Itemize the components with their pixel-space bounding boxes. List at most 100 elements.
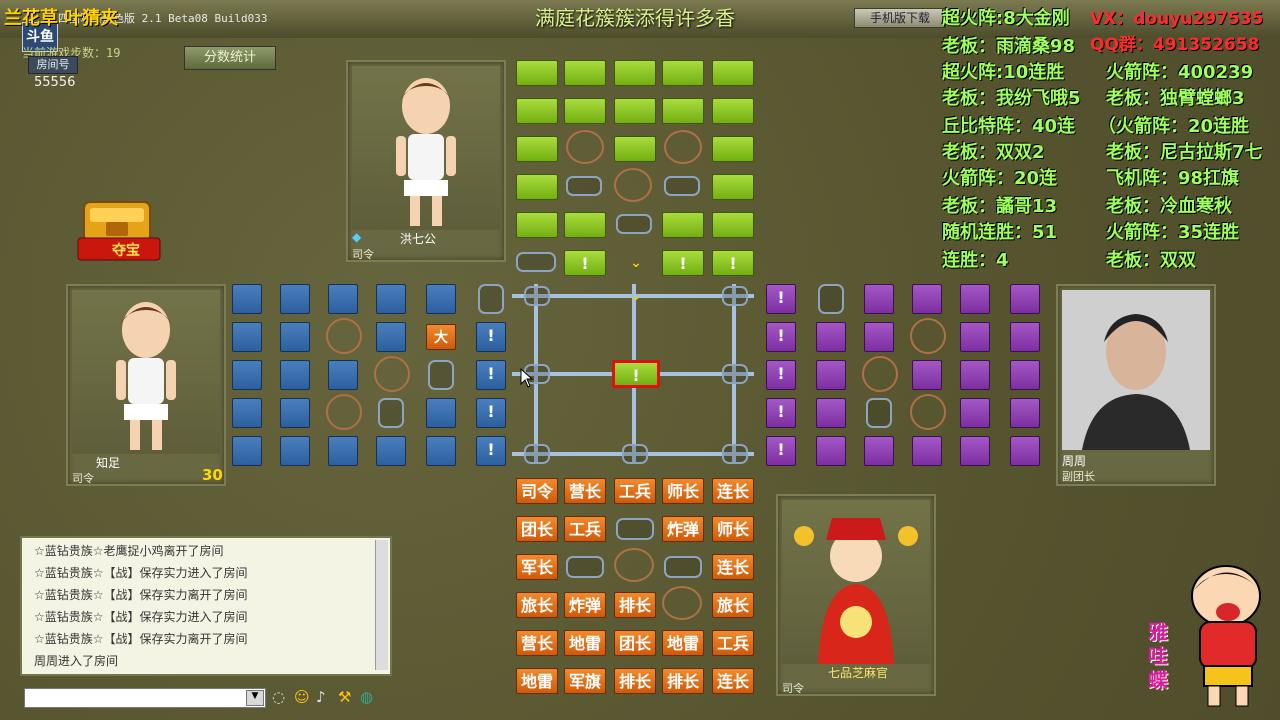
board-piece[interactable]: [516, 60, 558, 86]
board-piece-flagged[interactable]: !: [766, 360, 796, 390]
board-piece[interactable]: [232, 360, 262, 390]
camp-circle[interactable]: [910, 394, 946, 430]
board-piece[interactable]: [960, 436, 990, 466]
board-piece[interactable]: [426, 284, 456, 314]
board-piece[interactable]: [960, 360, 990, 390]
board-piece-flagged[interactable]: !: [766, 284, 796, 314]
board-piece[interactable]: [280, 284, 310, 314]
board-piece[interactable]: [232, 284, 262, 314]
own-piece[interactable]: 团长: [614, 630, 656, 656]
board-station[interactable]: [722, 444, 748, 464]
board-piece[interactable]: [960, 398, 990, 428]
own-piece[interactable]: 团长: [516, 516, 558, 542]
board-piece[interactable]: [662, 60, 704, 86]
own-piece[interactable]: 排长: [614, 668, 656, 694]
board-station[interactable]: [378, 398, 404, 428]
board-piece[interactable]: [712, 174, 754, 200]
own-piece[interactable]: 师长: [662, 478, 704, 504]
board-piece[interactable]: [280, 436, 310, 466]
board-station[interactable]: [516, 252, 556, 272]
board-piece-flagged[interactable]: !: [766, 436, 796, 466]
camp-circle[interactable]: [664, 130, 702, 164]
chat-scrollbar[interactable]: [375, 540, 388, 670]
chat-input[interactable]: [24, 688, 266, 708]
own-piece[interactable]: 连长: [712, 478, 754, 504]
own-piece[interactable]: 营长: [516, 630, 558, 656]
board-piece[interactable]: [960, 284, 990, 314]
board-piece[interactable]: [614, 60, 656, 86]
own-piece[interactable]: 军旗: [564, 668, 606, 694]
board-piece-flagged[interactable]: !: [476, 436, 506, 466]
own-piece[interactable]: 排长: [662, 668, 704, 694]
board-piece[interactable]: [712, 136, 754, 162]
board-station[interactable]: [524, 286, 550, 306]
board-piece[interactable]: [712, 98, 754, 124]
board-piece[interactable]: [516, 136, 558, 162]
board-station[interactable]: [622, 444, 648, 464]
board-piece[interactable]: [816, 322, 846, 352]
board-piece[interactable]: [1010, 284, 1040, 314]
board-piece[interactable]: [328, 284, 358, 314]
board-piece-flagged[interactable]: !: [662, 250, 704, 276]
board-piece[interactable]: [280, 322, 310, 352]
board-piece[interactable]: [1010, 322, 1040, 352]
board-piece[interactable]: [564, 212, 606, 238]
board-piece[interactable]: [712, 212, 754, 238]
chat-log[interactable]: ☆蓝钻贵族☆老鹰捉小鸡离开了房间 ☆蓝钻贵族☆【战】保存实力进入了房间 ☆蓝钻贵…: [20, 536, 392, 676]
board-piece-flagged[interactable]: !: [476, 360, 506, 390]
board-piece[interactable]: [864, 322, 894, 352]
own-piece[interactable]: 军长: [516, 554, 558, 580]
board-piece-flagged[interactable]: !: [766, 322, 796, 352]
own-piece[interactable]: 旅长: [516, 592, 558, 618]
treasure-chest-icon[interactable]: 夺宝: [76, 196, 162, 262]
board-station[interactable]: [722, 286, 748, 306]
board-piece[interactable]: [912, 436, 942, 466]
board-piece[interactable]: [912, 284, 942, 314]
board-piece[interactable]: [564, 98, 606, 124]
camp-circle[interactable]: [614, 548, 654, 582]
board-station[interactable]: [566, 176, 602, 196]
camp-circle[interactable]: [326, 394, 362, 430]
own-piece[interactable]: 地雷: [662, 630, 704, 656]
board-station[interactable]: [478, 284, 504, 314]
board-piece[interactable]: [864, 284, 894, 314]
own-piece[interactable]: 地雷: [564, 630, 606, 656]
board-station[interactable]: [866, 398, 892, 428]
board-piece[interactable]: [376, 284, 406, 314]
board-piece[interactable]: [516, 174, 558, 200]
board-piece[interactable]: [426, 398, 456, 428]
board-piece[interactable]: [280, 398, 310, 428]
board-piece[interactable]: [328, 360, 358, 390]
board-piece[interactable]: [328, 436, 358, 466]
board-piece[interactable]: [662, 212, 704, 238]
camp-circle[interactable]: [910, 318, 946, 354]
speaker-icon[interactable]: ♪: [316, 688, 326, 706]
room-number-button[interactable]: 房间号: [28, 56, 78, 74]
board-station[interactable]: [722, 364, 748, 384]
board-station[interactable]: [818, 284, 844, 314]
board-piece[interactable]: [960, 322, 990, 352]
own-piece[interactable]: 工兵: [564, 516, 606, 542]
board-piece[interactable]: [516, 98, 558, 124]
own-piece[interactable]: 旅长: [712, 592, 754, 618]
board-piece[interactable]: [376, 436, 406, 466]
board-station[interactable]: [616, 214, 652, 234]
board-piece[interactable]: [280, 360, 310, 390]
own-piece[interactable]: 炸弹: [564, 592, 606, 618]
board-piece[interactable]: [712, 60, 754, 86]
board-station[interactable]: [664, 556, 702, 578]
camp-circle[interactable]: [566, 130, 604, 164]
board-piece[interactable]: [564, 60, 606, 86]
board-piece[interactable]: [912, 360, 942, 390]
globe-icon[interactable]: ◍: [360, 688, 373, 706]
board-piece[interactable]: [232, 398, 262, 428]
board-piece-flagged[interactable]: !: [476, 398, 506, 428]
board-station[interactable]: [664, 176, 700, 196]
board-piece[interactable]: [1010, 436, 1040, 466]
camp-circle[interactable]: [662, 586, 702, 620]
camp-circle[interactable]: [862, 356, 898, 392]
own-piece[interactable]: 连长: [712, 554, 754, 580]
board-piece[interactable]: [1010, 398, 1040, 428]
speech-bubble-icon[interactable]: ◌: [272, 688, 285, 706]
board-piece-revealed[interactable]: 大: [426, 324, 456, 350]
